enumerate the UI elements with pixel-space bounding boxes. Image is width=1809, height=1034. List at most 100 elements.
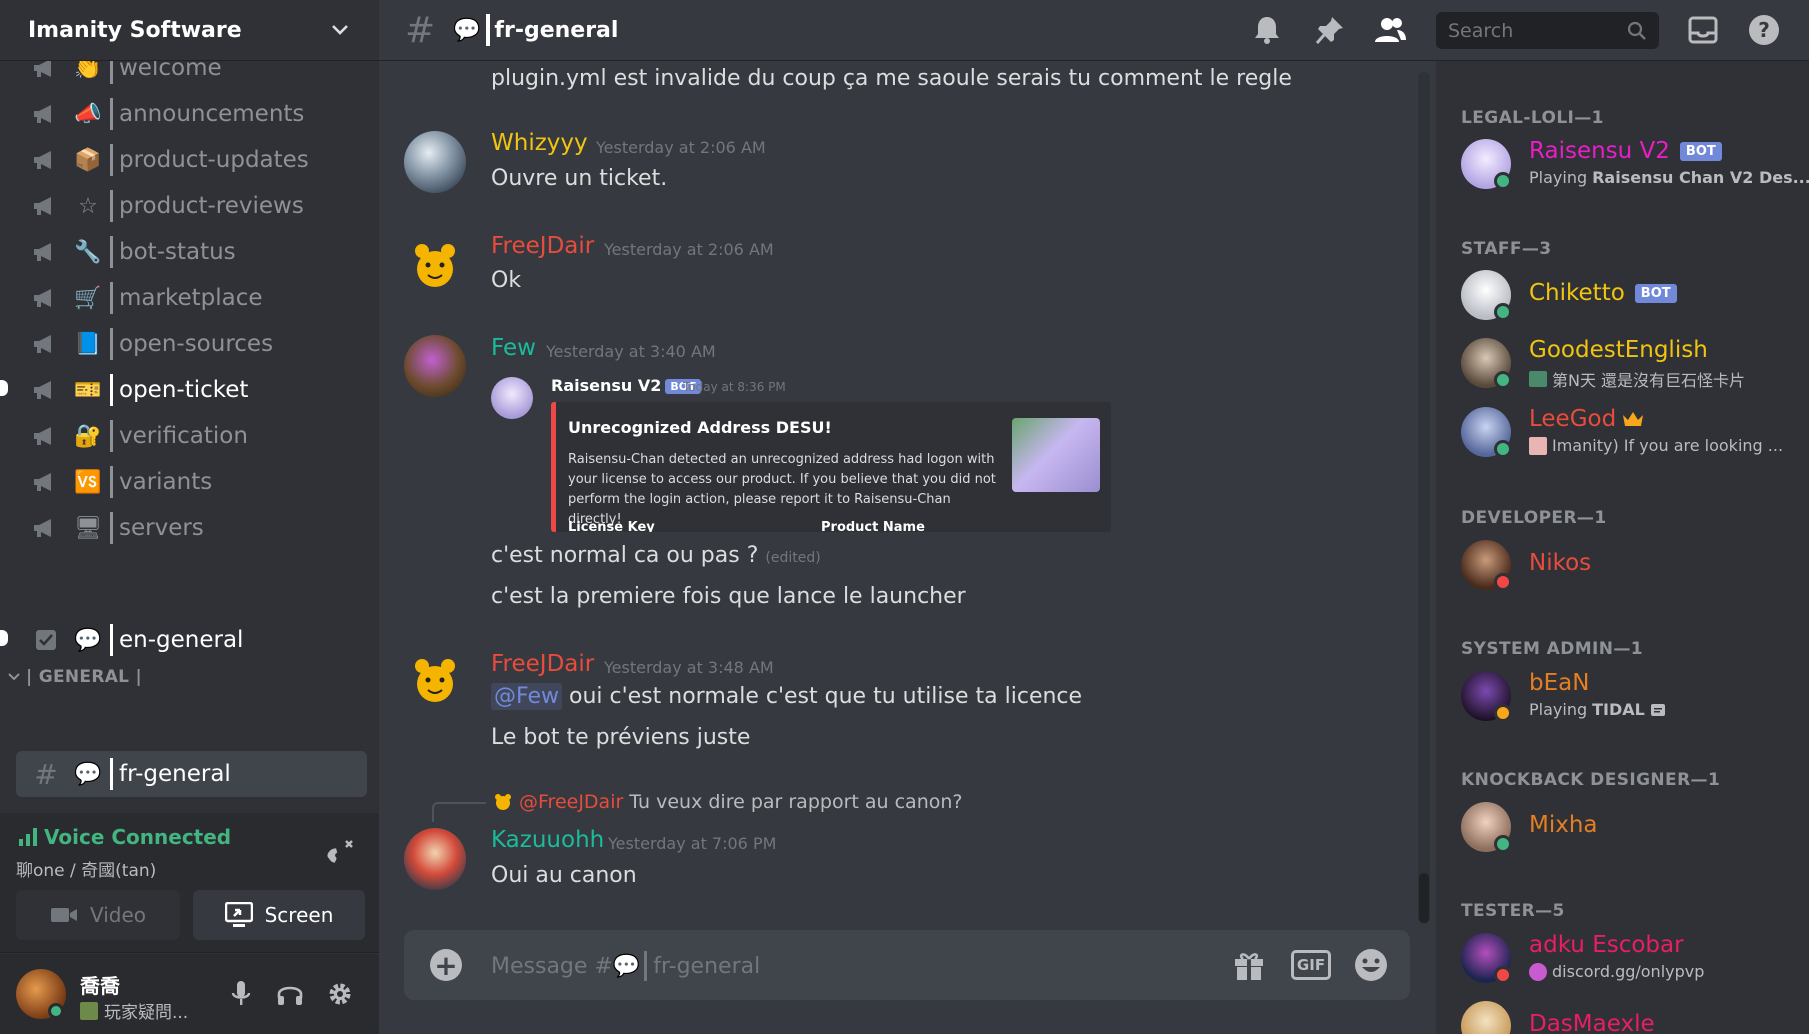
add-attachment-icon[interactable]: + xyxy=(430,949,462,982)
embed-description: Raisensu-Chan detected an unrecognized a… xyxy=(568,452,996,527)
member-row[interactable]: Raisensu V2 BOT Playing Raisensu Chan V2 D… xyxy=(1461,134,1809,194)
message-input-placeholder[interactable]: Message # 💬 fr-general xyxy=(491,951,760,981)
unread-indicator xyxy=(0,380,8,396)
member-category: DEVELOPER—1 xyxy=(1461,508,1607,528)
channel-announcements[interactable]: 📣 announcements xyxy=(16,91,367,137)
member-category: STAFF—3 xyxy=(1461,239,1552,259)
voice-status[interactable]: Voice Connected xyxy=(18,825,231,849)
signal-icon xyxy=(19,828,37,846)
category-general[interactable]: | GENERAL | xyxy=(8,667,142,687)
disconnect-icon[interactable] xyxy=(322,835,358,871)
message-timestamp: Yesterday at 7:06 PM xyxy=(608,834,777,853)
inbox-icon[interactable] xyxy=(1686,13,1720,47)
message-text: Oui au canon xyxy=(491,863,637,888)
divider xyxy=(110,420,113,452)
member-row[interactable]: Mixha xyxy=(1461,797,1801,857)
headphones-icon[interactable] xyxy=(270,974,310,1014)
channel-fr-general[interactable]: # 💬 fr-general xyxy=(16,751,367,797)
channel-welcome[interactable]: 👏 welcome xyxy=(16,61,367,91)
gift-icon[interactable] xyxy=(1230,947,1268,983)
video-button[interactable]: Video xyxy=(16,890,180,940)
embed-timestamp: Today at 8:36 PM xyxy=(683,380,786,394)
member-row[interactable]: DasMaexle xyxy=(1461,996,1801,1034)
member-row[interactable]: LeeGod Imanity) If you are looking ... xyxy=(1461,402,1801,462)
message-author[interactable]: Kazuuohh xyxy=(491,827,604,853)
voice-panel: Voice Connected 聊one / 奇國(tan) Video Scr… xyxy=(0,813,379,953)
channel-verification[interactable]: 🔐 verification xyxy=(16,413,367,459)
message-author[interactable]: FreeJDair xyxy=(491,651,594,677)
megaphone-icon xyxy=(28,191,64,221)
channel-header: # 💬 fr-general Search ? xyxy=(379,0,1809,61)
avatar[interactable] xyxy=(404,131,466,193)
loudspeaker-emoji-icon: 📣 xyxy=(74,101,102,127)
gear-icon[interactable] xyxy=(320,974,360,1014)
discord-app: Imanity Software 👏 welcome 📣 announcemen… xyxy=(0,0,1809,1034)
channel-bot-status[interactable]: 🔧 bot-status xyxy=(16,229,367,275)
avatar[interactable] xyxy=(404,233,466,295)
message-author[interactable]: Whizyyy xyxy=(491,130,588,156)
member-activity: Playing Raisensu Chan V2 Des... xyxy=(1529,168,1809,187)
activity-name: TIDAL xyxy=(1592,700,1645,719)
channel-name: fr-general xyxy=(119,761,231,787)
user-mention[interactable]: @Few xyxy=(491,683,562,710)
emoji-icon[interactable] xyxy=(1352,947,1390,983)
divider xyxy=(110,144,113,176)
avatar[interactable] xyxy=(404,335,466,397)
member-row[interactable]: Chiketto BOT xyxy=(1461,265,1801,325)
avatar xyxy=(495,794,511,810)
dnd-status-icon xyxy=(1494,573,1512,591)
message-author[interactable]: FreeJDair xyxy=(491,233,594,259)
reply-preview[interactable]: @FreeJDair Tu veux dire par rapport au c… xyxy=(493,791,962,813)
screen-share-button[interactable]: Screen xyxy=(193,890,365,940)
member-row[interactable]: bEaN Playing TIDAL xyxy=(1461,666,1801,726)
divider xyxy=(110,61,113,84)
idle-status-icon xyxy=(1494,704,1512,722)
channel-variants[interactable]: 🆚 variants xyxy=(16,459,367,505)
member-activity: 第N天 還是沒有巨石怪卡片 xyxy=(1529,367,1745,391)
status-emoji-icon xyxy=(1529,371,1547,387)
message-text: Ok xyxy=(491,268,522,293)
gif-button[interactable]: GIF xyxy=(1291,950,1331,980)
rich-presence-icon xyxy=(1650,703,1665,716)
svg-text:?: ? xyxy=(1758,18,1770,42)
search-input[interactable]: Search xyxy=(1436,12,1659,49)
help-icon[interactable]: ? xyxy=(1747,13,1781,47)
channel-product-reviews[interactable]: ☆ product-reviews xyxy=(16,183,367,229)
scrollbar-track[interactable] xyxy=(1418,72,1430,924)
channel-open-sources[interactable]: 📘 open-sources xyxy=(16,321,367,367)
divider xyxy=(110,466,113,498)
member-activity: Imanity) If you are looking ... xyxy=(1529,436,1783,455)
pin-icon[interactable] xyxy=(1313,13,1347,47)
voice-channel-name[interactable]: 聊one / 奇國(tan) xyxy=(16,856,156,881)
image-attachment[interactable]: Raisensu V2 BOT Today at 8:36 PM Unrecogn… xyxy=(491,374,1111,532)
bell-icon[interactable] xyxy=(1250,13,1284,47)
server-header[interactable]: Imanity Software xyxy=(0,0,379,61)
member-activity: discord.gg/onlypvp xyxy=(1529,962,1704,981)
scrollbar-thumb[interactable] xyxy=(1419,873,1429,923)
embed-author: Raisensu V2 BOT xyxy=(551,376,701,395)
member-row[interactable]: Nikos xyxy=(1461,535,1801,595)
chevron-down-icon[interactable] xyxy=(329,19,351,41)
wrench-emoji-icon: 🔧 xyxy=(74,239,102,265)
reply-connector xyxy=(432,802,486,822)
channel-servers[interactable]: 🖥 servers xyxy=(16,505,367,551)
member-name-text: LeeGod xyxy=(1529,406,1617,432)
search-placeholder: Search xyxy=(1448,19,1514,42)
edited-label: (edited) xyxy=(765,550,821,566)
microphone-icon[interactable] xyxy=(221,974,261,1014)
message-author[interactable]: Few xyxy=(491,335,536,361)
member-row[interactable]: adku Escobar discord.gg/onlypvp xyxy=(1461,928,1801,988)
channel-open-ticket[interactable]: 🎫 open-ticket xyxy=(16,367,367,413)
member-row[interactable]: GoodestEnglish 第N天 還是沒有巨石怪卡片 xyxy=(1461,333,1801,393)
online-status-icon xyxy=(48,1003,64,1019)
megaphone-icon xyxy=(28,421,64,451)
username[interactable]: 喬喬 xyxy=(80,970,120,999)
channel-marketplace[interactable]: 🛒 marketplace xyxy=(16,275,367,321)
channel-en-general[interactable]: 💬 en-general xyxy=(16,617,367,663)
megaphone-icon xyxy=(28,283,64,313)
member-list-icon[interactable] xyxy=(1373,13,1407,47)
avatar[interactable] xyxy=(404,828,466,890)
channel-product-updates[interactable]: 📦 product-updates xyxy=(16,137,367,183)
avatar[interactable] xyxy=(404,648,466,710)
message-composer[interactable]: + Message # 💬 fr-general GIF xyxy=(404,930,1410,1000)
